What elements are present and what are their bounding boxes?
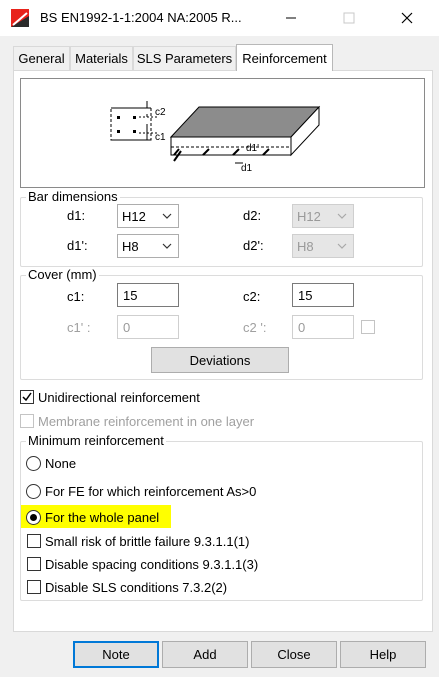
tab-label: SLS Parameters bbox=[136, 51, 233, 66]
membrane-label: Membrane reinforcement in one layer bbox=[38, 414, 255, 429]
minimize-icon bbox=[286, 17, 296, 19]
brittle-failure-label: Small risk of brittle failure 9.3.1.1(1) bbox=[45, 534, 250, 549]
close-button[interactable]: Close bbox=[251, 641, 337, 668]
tab-label: General bbox=[18, 51, 65, 66]
chevron-down-icon bbox=[162, 243, 172, 249]
label-c2: c2 bbox=[155, 107, 166, 118]
chevron-down-icon bbox=[337, 243, 347, 249]
c1-prime-label: c1' : bbox=[67, 320, 91, 335]
label-d1: d1 bbox=[241, 163, 253, 174]
help-button[interactable]: Help bbox=[340, 641, 426, 668]
tab-label: Materials bbox=[75, 51, 128, 66]
d2-label: d2: bbox=[243, 208, 262, 223]
close-window-button[interactable] bbox=[384, 0, 430, 36]
sls-conditions-checkbox[interactable] bbox=[27, 580, 41, 594]
radio-none-label: None bbox=[45, 456, 77, 471]
chevron-down-icon bbox=[337, 213, 347, 219]
tab-reinforcement[interactable]: Reinforcement bbox=[236, 44, 333, 71]
cover-title: Cover (mm) bbox=[26, 267, 99, 282]
label-d1-prime: d1' bbox=[246, 143, 259, 154]
c1-prime-input: 0 bbox=[117, 315, 179, 339]
radio-none[interactable] bbox=[26, 456, 41, 471]
sls-conditions-label: Disable SLS conditions 7.3.2(2) bbox=[45, 580, 228, 595]
reinforcement-diagram: c2 c1 d1' d1 bbox=[20, 78, 425, 188]
c2-prime-input: 0 bbox=[292, 315, 354, 339]
label-c1: c1 bbox=[155, 132, 166, 143]
unidirectional-label: Unidirectional reinforcement bbox=[38, 390, 200, 405]
chevron-down-icon bbox=[162, 213, 172, 219]
d2-prime-value: H8 bbox=[297, 238, 314, 254]
d1-prime-value: H8 bbox=[122, 238, 139, 254]
radio-whole-panel-label: For the whole panel bbox=[45, 510, 160, 525]
maximize-icon bbox=[343, 12, 355, 24]
tab-materials[interactable]: Materials bbox=[70, 46, 133, 70]
radio-fe-as-label: For FE for which reinforcement As>0 bbox=[45, 484, 257, 499]
slab-diagram: c2 c1 d1' d1 bbox=[110, 101, 321, 174]
tab-sls-parameters[interactable]: SLS Parameters bbox=[133, 46, 236, 70]
d2-value: H12 bbox=[297, 208, 321, 224]
close-icon bbox=[401, 12, 413, 24]
window-title: BS EN1992-1-1:2004 NA:2005 R... bbox=[40, 10, 242, 25]
d1-select[interactable]: H12 bbox=[117, 204, 179, 228]
tab-general[interactable]: General bbox=[13, 46, 70, 70]
minimum-reinforcement-title: Minimum reinforcement bbox=[26, 433, 166, 448]
unidirectional-checkbox[interactable] bbox=[20, 390, 34, 404]
cross-section-bars bbox=[117, 116, 136, 133]
membrane-checkbox bbox=[20, 414, 34, 428]
c2-prime-label: c2 ': bbox=[243, 320, 267, 335]
radio-fe-as[interactable] bbox=[26, 484, 41, 499]
slab bbox=[169, 105, 321, 157]
tab-label: Reinforcement bbox=[242, 50, 327, 66]
bar-dimensions-title: Bar dimensions bbox=[26, 189, 120, 204]
d1-prime-label: d1': bbox=[67, 238, 88, 253]
app-icon bbox=[11, 9, 29, 27]
d1-label: d1: bbox=[67, 208, 86, 223]
c1-label: c1: bbox=[67, 289, 85, 304]
deviations-button[interactable]: Deviations bbox=[151, 347, 289, 373]
c2-prime-checkbox bbox=[361, 320, 375, 334]
c2-label: c2: bbox=[243, 289, 261, 304]
c1-input[interactable]: 15 bbox=[117, 283, 179, 307]
checkmark-icon bbox=[22, 392, 32, 402]
note-button[interactable]: Note bbox=[73, 641, 159, 668]
brittle-failure-checkbox[interactable] bbox=[27, 534, 41, 548]
d2-prime-label: d2': bbox=[243, 238, 264, 253]
minimize-button[interactable] bbox=[268, 0, 314, 36]
cross-section bbox=[110, 101, 157, 141]
spacing-conditions-checkbox[interactable] bbox=[27, 557, 41, 571]
d1-value: H12 bbox=[122, 208, 146, 224]
add-button[interactable]: Add bbox=[162, 641, 248, 668]
c2-input[interactable]: 15 bbox=[292, 283, 354, 307]
d2-prime-select: H8 bbox=[292, 234, 354, 258]
d2-select: H12 bbox=[292, 204, 354, 228]
spacing-conditions-label: Disable spacing conditions 9.3.1.1(3) bbox=[45, 557, 259, 572]
maximize-button bbox=[326, 0, 372, 36]
radio-whole-panel[interactable] bbox=[26, 510, 41, 525]
d1-prime-select[interactable]: H8 bbox=[117, 234, 179, 258]
